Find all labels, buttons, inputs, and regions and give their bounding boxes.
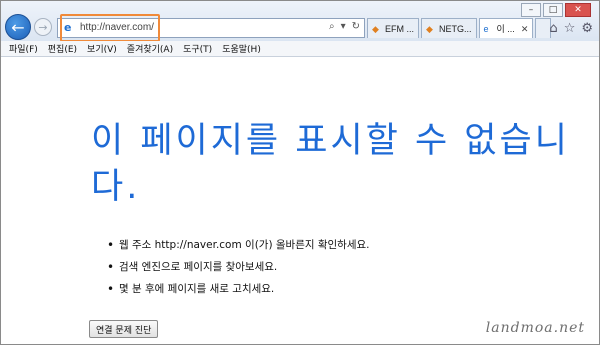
browser-window: – □ ✕ ← → e http://naver.com/ ⌕ ▾ ↻ ◆ EF… <box>0 0 600 345</box>
tab-favicon-icon: e <box>483 23 489 34</box>
menu-tools[interactable]: 도구(T) <box>183 42 212 55</box>
menu-help[interactable]: 도움말(H) <box>222 42 261 55</box>
gear-icon[interactable]: ⚙ <box>581 21 593 36</box>
search-icon[interactable]: ⌕ <box>329 21 335 32</box>
tab-strip: ◆ EFM ... ◆ NETG... e 이 ... ✕ <box>367 18 553 38</box>
tab-label: EFM ... <box>385 23 414 34</box>
browser-toolbar: – □ ✕ ← → e http://naver.com/ ⌕ ▾ ↻ ◆ EF… <box>1 1 599 42</box>
tab-current[interactable]: e 이 ... ✕ <box>478 18 534 39</box>
tab-label: NETG... <box>439 23 472 34</box>
dropdown-icon[interactable]: ▾ <box>341 21 346 32</box>
tab-favicon-icon: ◆ <box>426 23 433 34</box>
menu-file[interactable]: 파일(F) <box>9 42 38 55</box>
page-content: 이 페이지를 표시할 수 없습니다. 웹 주소 http://naver.com… <box>1 58 599 344</box>
list-item: 검색 엔진으로 페이지를 찾아보세요. <box>105 256 370 278</box>
address-highlight-box <box>60 14 160 42</box>
tab-efm[interactable]: ◆ EFM ... <box>367 18 419 38</box>
error-tips-list: 웹 주소 http://naver.com 이(가) 올바른지 확인하세요. 검… <box>105 234 370 300</box>
refresh-icon[interactable]: ↻ <box>352 21 360 32</box>
address-tools: ⌕ ▾ ↻ <box>329 21 360 32</box>
list-item: 웹 주소 http://naver.com 이(가) 올바른지 확인하세요. <box>105 234 370 256</box>
home-icon[interactable]: ⌂ <box>549 21 557 36</box>
tab-favicon-icon: ◆ <box>372 23 379 34</box>
close-window-button[interactable]: ✕ <box>565 3 591 17</box>
menu-favorites[interactable]: 즐겨찾기(A) <box>127 42 173 55</box>
forward-arrow-icon[interactable]: → <box>34 18 52 36</box>
list-item: 몇 분 후에 페이지를 새로 고치세요. <box>105 278 370 300</box>
star-icon[interactable]: ☆ <box>564 21 576 36</box>
tab-netgear[interactable]: ◆ NETG... <box>421 18 477 38</box>
menu-view[interactable]: 보기(V) <box>87 42 117 55</box>
minimize-button[interactable]: – <box>521 3 541 17</box>
close-tab-icon[interactable]: ✕ <box>521 19 529 39</box>
diagnose-connection-button[interactable]: 연결 문제 진단 <box>89 320 159 338</box>
tab-label: 이 ... <box>496 23 515 34</box>
window-controls: – □ ✕ <box>521 3 591 17</box>
error-headline: 이 페이지를 표시할 수 없습니다. <box>91 121 570 207</box>
menu-edit[interactable]: 편집(E) <box>48 42 77 55</box>
command-icons: ⌂ ☆ ⚙ <box>549 21 593 36</box>
maximize-button[interactable]: □ <box>543 3 563 17</box>
watermark: landmoa.net <box>485 320 585 336</box>
menu-bar: 파일(F) 편집(E) 보기(V) 즐겨찾기(A) 도구(T) 도움말(H) <box>1 41 599 57</box>
back-arrow-icon[interactable]: ← <box>5 14 31 40</box>
